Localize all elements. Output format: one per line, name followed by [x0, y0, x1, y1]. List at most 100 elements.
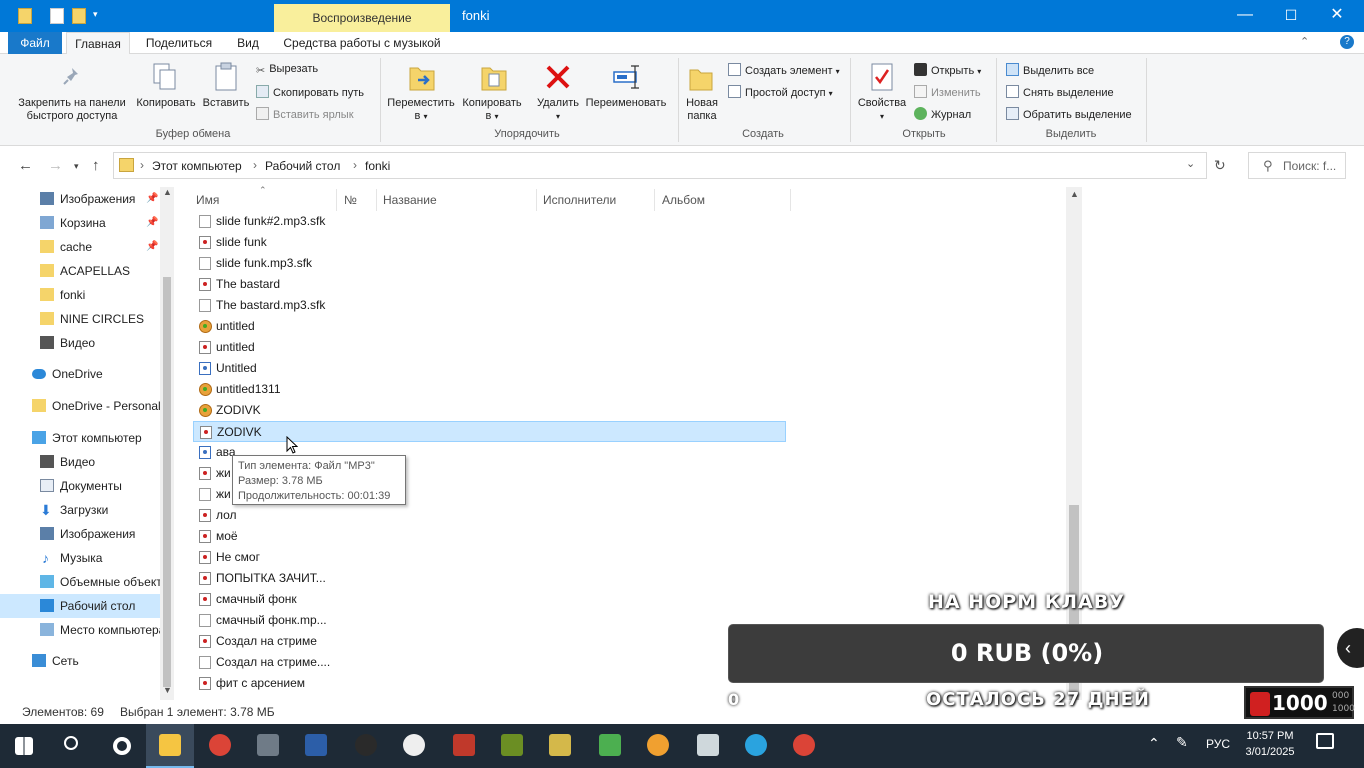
sidebar-item-pictures-pc[interactable]: Изображения: [0, 522, 160, 546]
column-header-number[interactable]: №: [344, 193, 357, 207]
taskbar-button-windows-start[interactable]: [0, 724, 48, 768]
sidebar-item-documents[interactable]: Документы: [0, 474, 160, 498]
file-row[interactable]: untitled: [193, 316, 786, 337]
taskbar-button-minecraft[interactable]: [488, 724, 536, 768]
breadcrumb-fonki[interactable]: fonki: [365, 159, 390, 173]
chevron-left-icon[interactable]: ‹: [1337, 628, 1364, 668]
file-row[interactable]: untitled1311: [193, 379, 786, 400]
maximize-button[interactable]: ☐: [1268, 0, 1314, 32]
sidebar-item-3d-objects[interactable]: Объемные объект: [0, 570, 160, 594]
select-all-button[interactable]: Выделить все: [1006, 63, 1094, 77]
back-arrow-icon[interactable]: ←: [18, 157, 33, 174]
notifications-icon[interactable]: [1316, 733, 1334, 749]
properties-button[interactable]: Свойства ▾: [856, 97, 908, 123]
taskbar-button-obs[interactable]: [342, 724, 390, 768]
recent-locations-icon[interactable]: ▾: [74, 161, 79, 172]
file-row[interactable]: смачный фонк: [193, 589, 786, 610]
refresh-icon[interactable]: ↻: [1214, 157, 1226, 174]
file-row[interactable]: Untitled: [193, 358, 786, 379]
file-row[interactable]: Создал на стриме: [193, 631, 786, 652]
new-folder-icon[interactable]: [72, 8, 86, 24]
select-none-button[interactable]: Снять выделение: [1006, 85, 1114, 99]
taskbar-button-chrome[interactable]: [196, 724, 244, 768]
address-bar[interactable]: › Этот компьютер › Рабочий стол › fonki …: [113, 152, 1207, 179]
close-button[interactable]: ✕: [1314, 0, 1360, 32]
file-row[interactable]: Создал на стриме....: [193, 652, 786, 673]
sidebar-item-recycle-bin[interactable]: Корзина 📌: [0, 211, 160, 235]
scrollbar-thumb[interactable]: [163, 277, 171, 687]
edit-button[interactable]: Изменить: [914, 85, 981, 99]
new-item-button[interactable]: Создать элемент ▾: [728, 63, 840, 77]
file-row[interactable]: Не смог: [193, 547, 786, 568]
file-row[interactable]: лол: [193, 505, 786, 526]
sidebar-item-onedrive[interactable]: OneDrive: [0, 362, 160, 386]
sidebar-item-this-pc[interactable]: Этот компьютер: [0, 426, 160, 450]
scroll-up-icon[interactable]: ▲: [163, 187, 172, 197]
new-folder-button[interactable]: Новая папка: [680, 97, 724, 123]
tab-music-tools[interactable]: Средства работы с музыкой: [276, 32, 448, 54]
sidebar-item-acapellas[interactable]: ACAPELLAS: [0, 259, 160, 283]
clock[interactable]: 10:57 PM 3/01/2025: [1244, 728, 1296, 760]
sidebar-item-videos-pc[interactable]: Видео: [0, 450, 160, 474]
file-row[interactable]: ZODIVK: [193, 400, 786, 421]
column-header-name[interactable]: Имя: [196, 193, 219, 207]
pen-icon[interactable]: ✎: [1176, 734, 1188, 751]
copy-button[interactable]: Копировать: [132, 97, 200, 110]
breadcrumb-desktop[interactable]: Рабочий стол: [265, 159, 340, 173]
customize-qat-icon[interactable]: ▾: [93, 9, 98, 20]
file-row[interactable]: ПОПЫТКА ЗАЧИТ...: [193, 568, 786, 589]
tab-home[interactable]: Главная: [66, 32, 130, 54]
taskbar-button-search[interactable]: [48, 724, 96, 768]
scroll-up-icon[interactable]: ▲: [1070, 189, 1079, 199]
file-row[interactable]: slide funk.mp3.sfk: [193, 253, 786, 274]
up-arrow-icon[interactable]: ↑: [92, 157, 100, 174]
taskbar-button-bluestacks[interactable]: [586, 724, 634, 768]
language-indicator[interactable]: РУС: [1206, 737, 1230, 751]
taskbar-button-roblox-studio[interactable]: [440, 724, 488, 768]
sidebar-item-music[interactable]: ♪ Музыка: [0, 546, 160, 570]
file-row[interactable]: смачный фонк.mp...: [193, 610, 786, 631]
column-header-title[interactable]: Название: [383, 193, 437, 207]
sidebar-item-fonki[interactable]: fonki: [0, 283, 160, 307]
sidebar-item-onedrive-personal[interactable]: OneDrive - Personal: [0, 394, 160, 418]
address-dropdown-icon[interactable]: ⌄: [1186, 157, 1195, 170]
forward-arrow-icon[interactable]: →: [48, 157, 63, 174]
scroll-down-icon[interactable]: ▼: [163, 685, 172, 695]
delete-button[interactable]: Удалить ▾: [532, 97, 584, 123]
file-row[interactable]: slide funk#2.mp3.sfk: [193, 211, 786, 232]
column-header-album[interactable]: Альбом: [662, 193, 705, 207]
file-row[interactable]: untitled: [193, 337, 786, 358]
taskbar-button-fl-studio[interactable]: [634, 724, 682, 768]
taskbar-button-telegram[interactable]: [732, 724, 780, 768]
cut-button[interactable]: ✂ Вырезать: [256, 63, 318, 77]
file-row[interactable]: The bastard: [193, 274, 786, 295]
taskbar-button-soundcloud[interactable]: [390, 724, 438, 768]
tray-expand-icon[interactable]: ⌃: [1148, 735, 1160, 752]
easy-access-button[interactable]: Простой доступ ▾: [728, 85, 833, 99]
file-row[interactable]: моё: [193, 526, 786, 547]
rename-button[interactable]: Переименовать: [580, 97, 672, 110]
tab-view[interactable]: Вид: [230, 32, 266, 54]
sidebar-item-network[interactable]: Сеть: [0, 649, 160, 673]
sidebar-item-videos[interactable]: Видео: [0, 331, 160, 355]
copy-to-button[interactable]: Копировать в ▾: [456, 97, 528, 123]
help-icon[interactable]: ?: [1340, 35, 1354, 49]
taskbar-button-calculator[interactable]: [244, 724, 292, 768]
paste-shortcut-button[interactable]: Вставить ярлык: [256, 107, 354, 121]
move-to-button[interactable]: Переместить в ▾: [384, 97, 458, 123]
file-row[interactable]: The bastard.mp3.sfk: [193, 295, 786, 316]
taskbar-button-file-explorer[interactable]: [146, 724, 194, 768]
taskbar-button-roblox[interactable]: [684, 724, 732, 768]
tab-share[interactable]: Поделиться: [138, 32, 220, 54]
file-row[interactable]: ZODIVK: [193, 421, 786, 442]
search-box[interactable]: ⚲ Поиск: f...: [1248, 152, 1346, 179]
sidebar-scrollbar[interactable]: ▲ ▼: [160, 187, 174, 700]
column-header-artists[interactable]: Исполнители: [543, 193, 616, 207]
invert-selection-button[interactable]: Обратить выделение: [1006, 107, 1132, 121]
pin-quick-access-button[interactable]: Закрепить на панели быстрого доступа: [12, 97, 132, 123]
taskbar-button-chrome-alt[interactable]: [780, 724, 828, 768]
sidebar-item-nine-circles[interactable]: NINE CIRCLES: [0, 307, 160, 331]
file-row[interactable]: фит с арсением: [193, 673, 786, 694]
minimize-button[interactable]: —: [1222, 0, 1268, 32]
sidebar-item-network-location[interactable]: Место компьютера: [0, 618, 160, 642]
